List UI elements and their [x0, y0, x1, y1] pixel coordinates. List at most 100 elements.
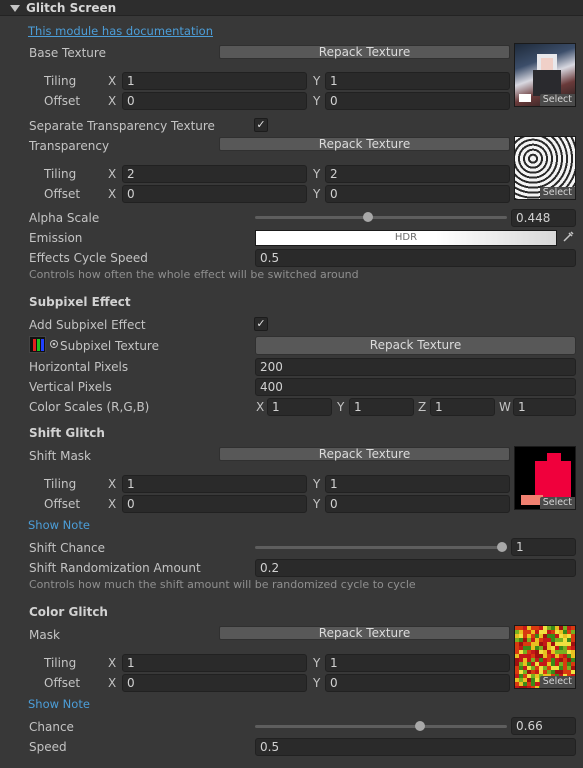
noise-cell: [547, 630, 551, 634]
noise-cell: [555, 634, 559, 638]
noise-cell: [515, 642, 519, 646]
noise-cell: [567, 654, 571, 658]
object-picker-icon[interactable]: [49, 339, 59, 349]
noise-cell: [523, 638, 527, 642]
color-scale-x-label: X: [256, 400, 265, 414]
noise-cell: [527, 670, 531, 674]
transparency-tiling-y-field[interactable]: 2: [325, 165, 510, 183]
subpixel-repack-button[interactable]: Repack Texture: [255, 336, 576, 355]
color-mask-label: Mask: [29, 628, 60, 642]
color-offset-x-field[interactable]: 0: [122, 674, 307, 692]
base-texture-select-button[interactable]: Select: [539, 94, 575, 106]
transparency-tiling-x-field[interactable]: 2: [122, 165, 307, 183]
module-title: Glitch Screen: [26, 1, 117, 15]
separate-transparency-checkbox[interactable]: ✓: [254, 118, 268, 132]
base-texture-repack-button[interactable]: Repack Texture: [219, 45, 510, 59]
color-mask-select-button[interactable]: Select: [539, 676, 575, 688]
noise-cell: [515, 674, 519, 678]
color-mask-repack-button[interactable]: Repack Texture: [219, 626, 510, 640]
noise-cell: [575, 642, 576, 646]
base-offset-y-field[interactable]: 0: [325, 92, 510, 110]
alpha-scale-slider-track[interactable]: [255, 216, 507, 219]
noise-cell: [519, 658, 523, 662]
alpha-scale-field[interactable]: 0.448: [511, 209, 576, 227]
noise-cell: [535, 670, 539, 674]
noise-cell: [559, 630, 563, 634]
noise-cell: [515, 650, 519, 654]
base-tiling-x-field[interactable]: 1: [122, 72, 307, 90]
color-tiling-x-field[interactable]: 1: [122, 654, 307, 672]
transparency-thumbnail[interactable]: Select: [514, 136, 576, 200]
noise-cell: [551, 654, 555, 658]
vertical-pixels-field[interactable]: 400: [255, 378, 576, 396]
noise-cell: [527, 662, 531, 666]
color-chance-slider-track[interactable]: [255, 725, 507, 728]
color-chance-slider-knob[interactable]: [414, 721, 425, 731]
shift-randomization-label: Shift Randomization Amount: [29, 561, 201, 575]
noise-cell: [535, 678, 539, 682]
base-offset-x-field[interactable]: 0: [122, 92, 307, 110]
emission-color-field[interactable]: HDR: [255, 230, 557, 246]
transparency-offset-y-field[interactable]: 0: [325, 185, 510, 203]
transparency-offset-x-field[interactable]: 0: [122, 185, 307, 203]
transparency-select-button[interactable]: Select: [539, 187, 575, 199]
alpha-scale-slider-knob[interactable]: [363, 212, 374, 222]
color-scale-w-field[interactable]: 1: [513, 398, 576, 416]
shift-chance-slider-track[interactable]: [255, 546, 507, 549]
shift-chance-field[interactable]: 1: [511, 538, 576, 556]
noise-cell: [527, 642, 531, 646]
eyedropper-icon[interactable]: [561, 230, 575, 244]
noise-cell: [515, 658, 519, 662]
noise-cell: [567, 646, 571, 650]
noise-cell: [547, 634, 551, 638]
noise-cell: [523, 654, 527, 658]
noise-cell: [547, 666, 551, 670]
add-subpixel-checkbox[interactable]: ✓: [254, 317, 268, 331]
color-speed-field[interactable]: 0.5: [255, 738, 576, 756]
noise-cell: [547, 646, 551, 650]
color-mask-thumbnail[interactable]: Select: [514, 625, 576, 689]
noise-cell: [547, 654, 551, 658]
color-scale-z-label: Z: [418, 400, 427, 414]
noise-cell: [515, 662, 519, 666]
effects-cycle-speed-field[interactable]: 0.5: [255, 249, 576, 267]
shift-chance-slider-knob[interactable]: [497, 542, 507, 552]
noise-cell: [531, 686, 535, 688]
noise-cell: [515, 666, 519, 670]
base-texture-thumbnail[interactable]: Select: [514, 43, 576, 107]
shift-mask-repack-button[interactable]: Repack Texture: [219, 447, 510, 461]
shift-tiling-y-field[interactable]: 1: [325, 475, 510, 493]
noise-cell: [559, 650, 563, 654]
color-scale-z-field[interactable]: 1: [430, 398, 495, 416]
noise-cell: [535, 654, 539, 658]
color-show-note-link[interactable]: Show Note: [28, 696, 90, 712]
module-header[interactable]: Glitch Screen: [0, 0, 583, 16]
noise-cell: [567, 666, 571, 670]
foldout-arrow-icon[interactable]: [10, 5, 20, 12]
documentation-link[interactable]: This module has documentation: [28, 23, 213, 39]
noise-cell: [539, 658, 543, 662]
transparency-repack-button[interactable]: Repack Texture: [219, 137, 510, 151]
color-scale-y-field[interactable]: 1: [349, 398, 414, 416]
shift-randomization-field[interactable]: 0.2: [255, 559, 576, 577]
noise-cell: [555, 646, 559, 650]
subpixel-texture-thumbnail[interactable]: [29, 336, 46, 353]
shift-show-note-link[interactable]: Show Note: [28, 517, 90, 533]
noise-cell: [567, 634, 571, 638]
shift-tiling-x-field[interactable]: 1: [122, 475, 307, 493]
noise-cell: [559, 634, 563, 638]
noise-cell: [539, 638, 543, 642]
shift-mask-thumbnail[interactable]: Select: [514, 446, 576, 510]
color-tiling-y-field[interactable]: 1: [325, 654, 510, 672]
shift-offset-y-field[interactable]: 0: [325, 495, 510, 513]
noise-cell: [535, 626, 539, 630]
shift-section-title: Shift Glitch: [29, 426, 105, 440]
base-tiling-y-field[interactable]: 1: [325, 72, 510, 90]
color-chance-field[interactable]: 0.66: [511, 717, 576, 735]
shift-offset-x-field[interactable]: 0: [122, 495, 307, 513]
horizontal-pixels-field[interactable]: 200: [255, 358, 576, 376]
noise-cell: [515, 634, 519, 638]
shift-mask-select-button[interactable]: Select: [539, 497, 575, 509]
color-scale-x-field[interactable]: 1: [267, 398, 332, 416]
color-offset-y-field[interactable]: 0: [325, 674, 510, 692]
